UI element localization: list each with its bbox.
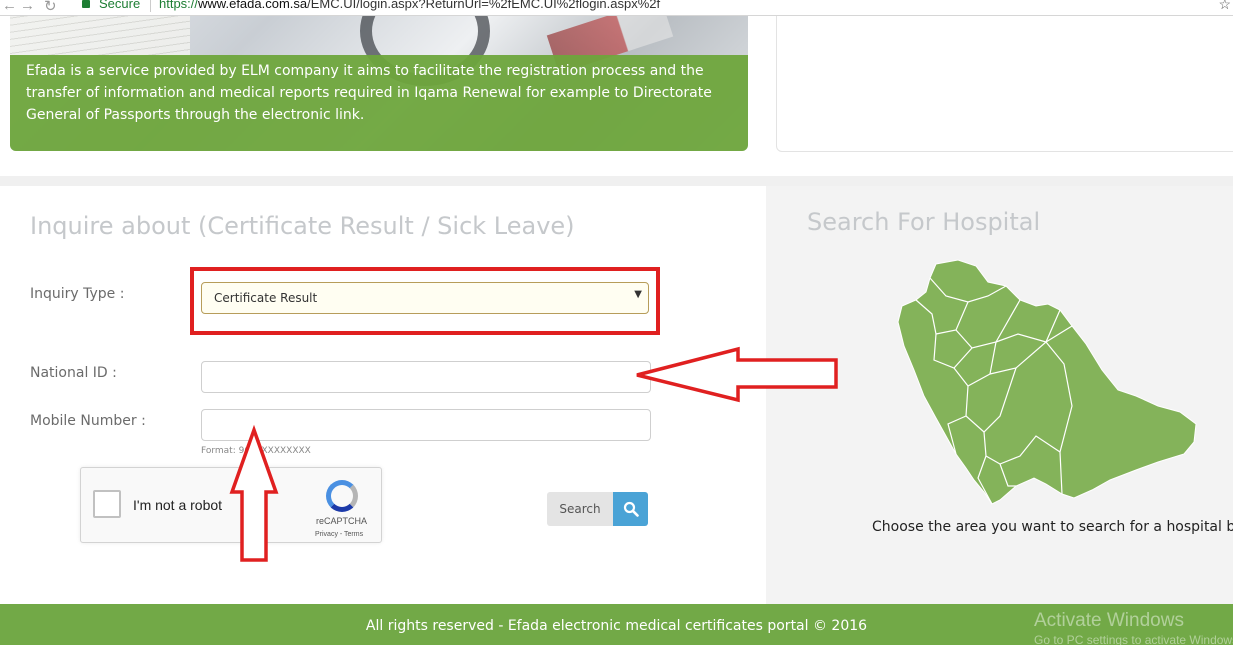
section-divider [0,176,1233,186]
hero-banner: Efada is a service provided by ELM compa… [10,16,748,151]
recaptcha-checkbox[interactable] [93,490,121,518]
recaptcha-widget: I'm not a robot reCAPTCHA Privacy - Term… [80,467,382,543]
banner-description: Efada is a service provided by ELM compa… [10,55,748,151]
login-card [776,16,1233,152]
activate-windows-watermark: Activate Windows [1034,610,1184,631]
inquiry-title: Inquire about (Certificate Result / Sick… [30,212,575,240]
recaptcha-logo-icon [326,480,358,512]
bookmark-star-icon[interactable]: ☆ [1218,0,1231,13]
banner-paper-image [10,16,190,56]
hospital-caption: Choose the area you want to search for a… [872,519,1233,535]
national-id-input[interactable] [201,361,651,393]
url-scheme: https:// [159,0,199,11]
footer-copyright: All rights reserved - Efada electronic m… [365,618,868,634]
activate-windows-subtext: Go to PC settings to activate Windows. [1034,633,1233,645]
back-arrow-icon[interactable]: ← [2,0,17,14]
recaptcha-label: I'm not a robot [133,497,223,513]
search-button-label: Search [547,492,613,526]
hospital-title: Search For Hospital [807,208,1041,236]
hospital-search-panel: Search For Hospital Choose the area you … [766,186,1233,604]
saudi-regions-map[interactable] [896,256,1201,506]
inquiry-type-label: Inquiry Type : [30,286,125,302]
reload-icon[interactable]: ↻ [44,0,57,15]
search-icon [613,492,648,526]
map-outline [897,259,1197,505]
forward-arrow-icon[interactable]: → [20,0,35,14]
mobile-number-input[interactable] [201,409,651,441]
national-id-label: National ID : [30,365,117,381]
mobile-format-hint: Format: 9665XXXXXXXX [201,446,311,456]
search-button[interactable]: Search [547,492,648,526]
secure-label: Secure [99,0,141,11]
annotation-highlight-box [190,267,660,335]
address-separator [150,0,151,12]
inquiry-panel: Inquire about (Certificate Result / Sick… [0,186,762,604]
url-field[interactable]: https://www.efada.com.sa/EMC.UI/login.as… [159,0,660,11]
browser-address-bar: ← → ↻ Secure https://www.efada.com.sa/EM… [0,0,1233,16]
mobile-number-label: Mobile Number : [30,413,146,429]
recaptcha-terms-link[interactable]: Privacy - Terms [315,531,363,538]
lock-icon [82,0,90,8]
recaptcha-brand: reCAPTCHA [316,516,368,526]
url-path: /EMC.UI/login.aspx?ReturnUrl=%2fEMC.UI%2… [307,0,661,11]
url-host: www.efada.com.sa [198,0,308,11]
